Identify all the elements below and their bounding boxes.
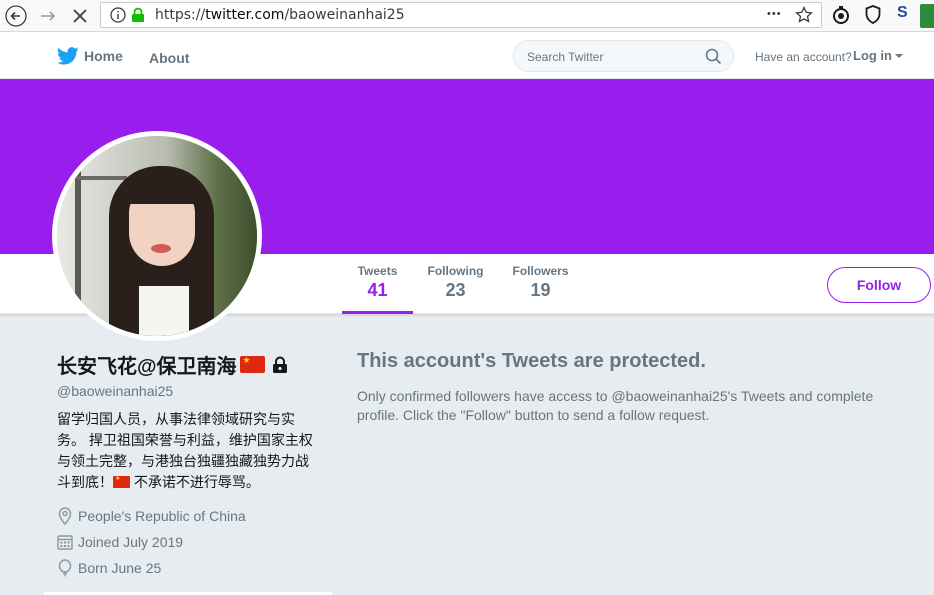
address-bar[interactable]: https://twitter.com/baoweinanhai25 ••• bbox=[100, 2, 822, 28]
back-button[interactable] bbox=[4, 4, 28, 28]
shield-icon[interactable] bbox=[865, 5, 881, 24]
lock-icon[interactable] bbox=[131, 7, 145, 23]
about-link[interactable]: About bbox=[149, 50, 189, 66]
location-pin-icon bbox=[58, 507, 72, 525]
stat-value: 19 bbox=[530, 280, 551, 300]
location-text: People's Republic of China bbox=[78, 508, 246, 524]
back-arrow-icon bbox=[5, 5, 27, 27]
page-actions-menu[interactable]: ••• bbox=[767, 8, 782, 20]
forward-arrow-icon bbox=[41, 11, 56, 21]
bio-text-end: 不承诺不进行辱骂。 bbox=[130, 474, 260, 490]
browser-toolbar: https://twitter.com/baoweinanhai25 ••• S bbox=[0, 0, 934, 32]
born-text: Born June 25 bbox=[78, 560, 162, 576]
calendar-icon bbox=[57, 535, 73, 550]
login-label: Log in bbox=[853, 48, 892, 63]
url-text: https://twitter.com/baoweinanhai25 bbox=[155, 7, 405, 23]
url-path: /baoweinanhai25 bbox=[284, 7, 405, 23]
home-link[interactable]: Home bbox=[57, 47, 123, 65]
profile-name[interactable]: 长安飞花@保卫南海 bbox=[57, 350, 327, 379]
avatar-photo bbox=[57, 136, 257, 336]
follow-button[interactable]: Follow bbox=[827, 267, 931, 303]
home-label: Home bbox=[84, 48, 123, 64]
close-icon bbox=[73, 9, 87, 23]
search-input[interactable]: Search Twitter bbox=[527, 50, 603, 64]
caret-down-icon bbox=[895, 53, 903, 58]
avatar[interactable] bbox=[52, 131, 262, 341]
protected-lock-icon bbox=[272, 356, 287, 373]
extension-green-icon[interactable] bbox=[920, 4, 934, 28]
stat-tweets[interactable]: Tweets 41 bbox=[342, 264, 413, 314]
url-domain: twitter.com bbox=[205, 7, 285, 23]
profile-handle[interactable]: @baoweinanhai25 bbox=[57, 383, 327, 399]
login-dropdown[interactable]: Log in bbox=[853, 48, 903, 63]
profile-location: People's Republic of China bbox=[57, 507, 327, 525]
profile-bio: 留学归国人员，从事法律领域研究与实务。 捍卫祖国荣誉与利益，维护国家主权与领土完… bbox=[57, 409, 322, 493]
forward-button[interactable] bbox=[36, 4, 60, 28]
stat-label: Followers bbox=[512, 264, 569, 278]
protected-message: Only confirmed followers have access to … bbox=[357, 388, 874, 423]
have-account-text: Have an account? bbox=[755, 50, 852, 64]
profile-name-text: 长安飞花@保卫南海 bbox=[57, 356, 237, 378]
site-header: Home About Search Twitter Have an accoun… bbox=[0, 32, 934, 79]
search-icon[interactable] bbox=[705, 48, 722, 65]
profile-birthday: Born June 25 bbox=[57, 559, 327, 577]
china-flag-icon bbox=[239, 356, 265, 373]
extension-s-icon[interactable]: S bbox=[897, 4, 908, 22]
stat-label: Tweets bbox=[357, 264, 398, 278]
profile-card: 长安飞花@保卫南海 @baoweinanhai25 留学归国人员，从事法律领域研… bbox=[57, 350, 327, 577]
stat-value: 41 bbox=[367, 280, 388, 300]
stat-value: 23 bbox=[445, 280, 466, 300]
bookmark-star-icon[interactable] bbox=[795, 6, 813, 24]
stop-loading-button[interactable] bbox=[68, 4, 92, 28]
stat-following[interactable]: Following 23 bbox=[420, 264, 491, 301]
china-flag-icon bbox=[113, 476, 130, 488]
balloon-icon bbox=[58, 559, 72, 577]
protected-notice: This account's Tweets are protected. Onl… bbox=[357, 350, 917, 425]
info-icon[interactable] bbox=[110, 7, 126, 23]
search-box[interactable]: Search Twitter bbox=[513, 40, 734, 72]
extension-icon[interactable] bbox=[832, 5, 850, 25]
stat-followers[interactable]: Followers 19 bbox=[505, 264, 576, 301]
profile-joined: Joined July 2019 bbox=[57, 534, 327, 550]
joined-text: Joined July 2019 bbox=[78, 534, 184, 550]
url-prefix: https:// bbox=[155, 7, 206, 23]
protected-title: This account's Tweets are protected. bbox=[357, 350, 706, 372]
stat-label: Following bbox=[427, 264, 484, 278]
twitter-bird-icon bbox=[57, 47, 79, 65]
